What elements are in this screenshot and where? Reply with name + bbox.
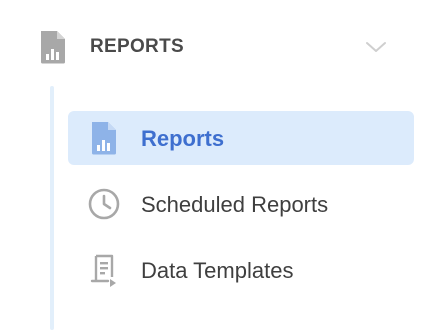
report-icon <box>88 121 120 155</box>
clock-icon <box>88 187 120 221</box>
tree-guide-line <box>50 86 54 330</box>
template-icon <box>88 253 120 287</box>
chevron-down-icon[interactable] <box>364 37 388 57</box>
sidebar-item-label: Scheduled Reports <box>141 192 329 217</box>
sidebar-item-label: Reports <box>141 126 225 151</box>
sidebar-reports-section: REPORTS Reports Scheduled Reports Data T… <box>0 0 428 330</box>
sidebar-item-data-templates[interactable]: Data Templates <box>68 243 414 297</box>
report-icon <box>38 30 68 64</box>
section-title: REPORTS <box>90 36 184 57</box>
sidebar-item-label: Data Templates <box>141 258 294 283</box>
sidebar-item-scheduled-reports[interactable]: Scheduled Reports <box>68 177 414 231</box>
sidebar-item-reports[interactable]: Reports <box>68 111 414 165</box>
section-header-reports[interactable]: REPORTS <box>0 22 428 72</box>
